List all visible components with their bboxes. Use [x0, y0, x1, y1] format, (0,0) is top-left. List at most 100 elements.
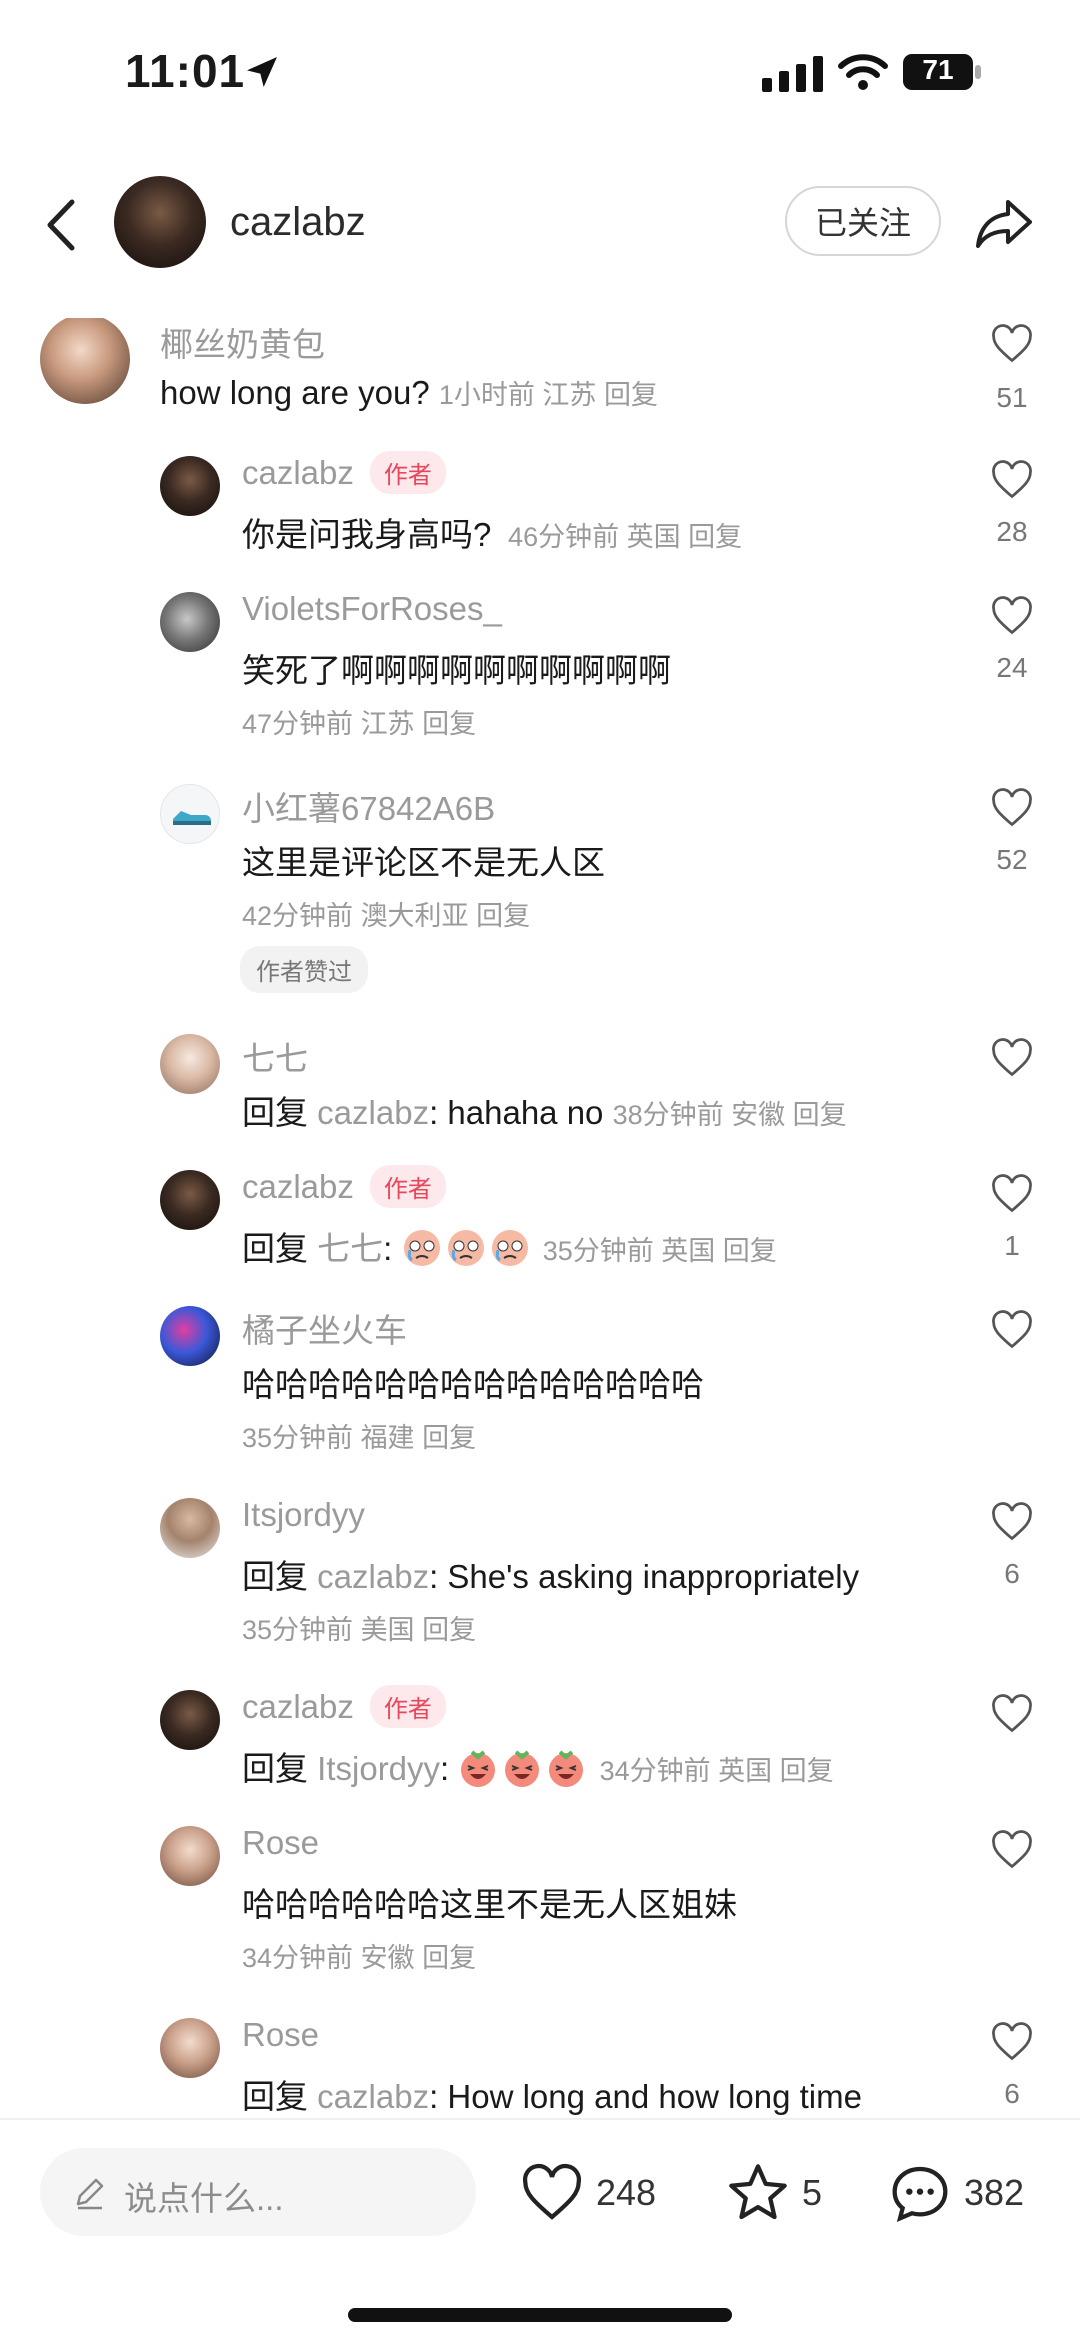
heart-icon[interactable]: [990, 1828, 1034, 1872]
avatar[interactable]: [160, 1690, 220, 1750]
comment-text: how long are you? 1小时前 江苏 回复: [160, 373, 658, 412]
heart-icon[interactable]: [990, 786, 1034, 830]
comment-body: She's asking inappropriately: [447, 1558, 860, 1595]
battery-level: 71: [922, 54, 954, 85]
heart-icon[interactable]: [990, 2020, 1034, 2064]
back-chevron-icon[interactable]: [38, 190, 88, 260]
comment-meta: 35分钟前 美国 回复: [242, 1615, 477, 1645]
comment-header: cazlabz 作者: [242, 451, 446, 497]
comment-input[interactable]: 说点什么...: [40, 2148, 476, 2236]
reply-link[interactable]: 回复: [723, 1236, 777, 1266]
avatar[interactable]: [160, 1826, 220, 1886]
avatar[interactable]: [160, 1170, 220, 1230]
comment-meta: 35分钟前 福建 回复: [242, 1423, 477, 1453]
comment-username[interactable]: cazlabz: [242, 454, 354, 491]
following-button[interactable]: 已关注: [785, 186, 941, 256]
reply-link[interactable]: 回复: [422, 1615, 476, 1645]
reply-target[interactable]: cazlabz: [317, 2078, 429, 2115]
heart-icon[interactable]: [990, 1308, 1034, 1352]
reply-link[interactable]: 回复: [604, 380, 658, 410]
reply-target[interactable]: cazlabz: [317, 1094, 429, 1131]
comment-button[interactable]: 382: [888, 2158, 1024, 2228]
avatar[interactable]: [160, 1498, 220, 1558]
reply-link[interactable]: 回复: [780, 1756, 834, 1786]
comment-username[interactable]: 橘子坐火车: [242, 1304, 407, 1352]
comment-text: 回复 七七: 35分钟前 英国 回复: [242, 1230, 777, 1267]
avatar[interactable]: [160, 1034, 220, 1094]
comment-body: How long and how long time: [447, 2078, 862, 2115]
comment-body: 笑死了啊啊啊啊啊啊啊啊啊啊: [242, 652, 671, 689]
comment-body: hahaha no: [447, 1094, 604, 1131]
avatar[interactable]: [160, 456, 220, 516]
reply-prefix: 回复: [242, 2078, 308, 2115]
laughing-face-emoji-icon: [549, 1750, 584, 1788]
avatar[interactable]: [160, 2018, 220, 2078]
comment-total: 382: [964, 2172, 1025, 2213]
heart-icon[interactable]: [990, 322, 1034, 366]
comment-meta: 34分钟前 安徽 回复: [242, 1943, 477, 1973]
heart-icon[interactable]: [990, 1036, 1034, 1080]
home-indicator[interactable]: [348, 2308, 732, 2322]
comment-username[interactable]: Rose: [242, 1824, 319, 1862]
author-badge: 作者: [369, 1165, 446, 1208]
heart-icon[interactable]: [990, 1692, 1034, 1736]
post-header: cazlabz 已关注: [0, 170, 1080, 280]
like-count: 51: [996, 382, 1028, 413]
avatar[interactable]: [160, 592, 220, 652]
wifi-icon: [838, 54, 888, 90]
crying-face-emoji-icon: [403, 1230, 440, 1267]
reply-link[interactable]: 回复: [422, 709, 476, 739]
heart-icon[interactable]: [990, 458, 1034, 502]
reply-link[interactable]: 回复: [793, 1100, 847, 1130]
avatar[interactable]: [160, 1306, 220, 1366]
heart-icon[interactable]: [990, 1500, 1034, 1544]
comment-list: 椰丝奶黄包 how long are you? 1小时前 江苏 回复 51 ca…: [0, 318, 1080, 2118]
comment-username[interactable]: 七七: [242, 1032, 308, 1080]
author-avatar[interactable]: [114, 176, 206, 268]
reply-target[interactable]: 七七: [317, 1230, 383, 1267]
comment-input-placeholder: 说点什么...: [124, 2180, 284, 2217]
author-badge: 作者: [369, 451, 446, 494]
like-count: 52: [996, 844, 1028, 875]
comment-header: cazlabz 作者: [242, 1685, 446, 1731]
comment-username[interactable]: Itsjordyy: [242, 1496, 365, 1534]
heart-icon[interactable]: [990, 594, 1034, 638]
star-icon: [729, 2164, 787, 2220]
comment-text: 回复 cazlabz: She's asking inappropriately: [242, 1558, 860, 1595]
reply-target[interactable]: cazlabz: [317, 1558, 429, 1595]
avatar[interactable]: [160, 784, 220, 844]
reply-link[interactable]: 回复: [422, 1943, 476, 1973]
comment-meta: 38分钟前 安徽 回复: [612, 1100, 847, 1130]
star-button[interactable]: 5: [726, 2158, 822, 2228]
heart-icon[interactable]: [990, 1172, 1034, 1216]
comment-username[interactable]: VioletsForRoses_: [242, 590, 502, 628]
like-count: 6: [1004, 2078, 1020, 2109]
reply-prefix: 回复: [242, 1750, 308, 1787]
location-arrow-icon: [247, 57, 277, 87]
comment-username[interactable]: Rose: [242, 2016, 319, 2054]
comment-body: 哈哈哈哈哈哈这里不是无人区姐妹: [242, 1886, 737, 1923]
heart-icon: [522, 2163, 582, 2220]
comment-username[interactable]: 椰丝奶黄包: [160, 318, 325, 366]
crying-face-emoji-icon: [491, 1230, 528, 1267]
comment-username[interactable]: cazlabz: [242, 1688, 354, 1725]
comment-body: 这里是评论区不是无人区: [242, 844, 605, 881]
reply-target[interactable]: Itsjordyy: [317, 1750, 440, 1787]
reply-link[interactable]: 回复: [476, 901, 530, 931]
comment-text: 你是问我身高吗? 46分钟前 英国 回复: [242, 508, 742, 556]
comment-username[interactable]: 小红薯67842A6B: [242, 782, 495, 830]
avatar[interactable]: [40, 318, 130, 404]
sneaker-icon: [173, 811, 211, 825]
reply-prefix: 回复: [242, 1558, 308, 1595]
like-button[interactable]: 248: [520, 2158, 656, 2228]
crying-face-emoji-icon: [447, 1230, 484, 1267]
share-icon[interactable]: [972, 192, 1036, 256]
like-count: 28: [996, 516, 1028, 547]
author-username[interactable]: cazlabz: [230, 200, 366, 245]
comment-text: 回复 Itsjordyy: 34分钟前 英国 回复: [242, 1750, 834, 1788]
comment-username[interactable]: cazlabz: [242, 1168, 354, 1205]
reply-link[interactable]: 回复: [688, 522, 742, 552]
comment-meta: 47分钟前 江苏 回复: [242, 709, 477, 739]
reply-link[interactable]: 回复: [422, 1423, 476, 1453]
comment-meta: 1小时前 江苏 回复: [438, 380, 658, 410]
